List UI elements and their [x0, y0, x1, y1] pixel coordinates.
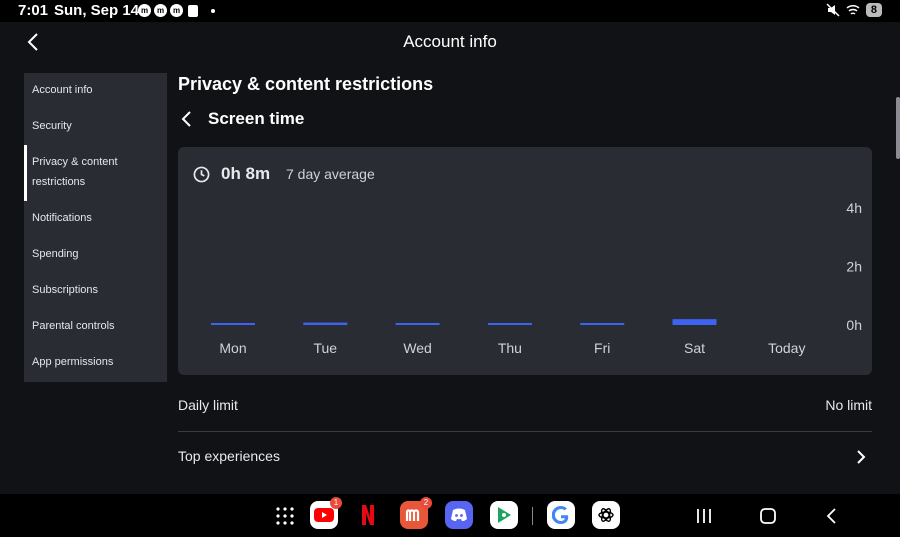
chatgpt-app-icon[interactable] — [592, 501, 620, 529]
sidebar-item-parental-controls[interactable]: Parental controls — [24, 309, 167, 345]
sidebar-item-label: Subscriptions — [32, 284, 99, 296]
home-icon[interactable] — [756, 504, 780, 528]
subsection-title: Screen time — [208, 109, 305, 128]
discord-app-icon[interactable] — [445, 501, 473, 529]
notification-app-icon: m — [138, 4, 151, 17]
status-right-icons: 8 — [826, 3, 882, 17]
battery-indicator: 8 — [865, 3, 882, 17]
screen-time-chart: 4h 2h 0h Mon Tue Wed Thu Fri Sat Today — [211, 200, 862, 356]
youtube-logo-icon — [314, 508, 334, 522]
netflix-logo-icon — [362, 505, 374, 525]
sidebar-item-label: Notifications — [32, 212, 92, 224]
settings-sidebar: Account info Security Privacy & content … — [24, 73, 167, 382]
daily-limit-value: No limit — [825, 397, 872, 413]
dock-divider — [532, 507, 533, 525]
chevron-right-icon — [857, 450, 866, 464]
status-bar: 7:01 Sun, Sep 14 m m m 8 — [0, 0, 900, 22]
netflix-app-icon[interactable] — [354, 501, 382, 529]
play-games-app-icon[interactable] — [490, 501, 518, 529]
manga-logo-icon — [405, 509, 420, 521]
play-games-logo-icon — [498, 507, 511, 523]
sidebar-item-spending[interactable]: Spending — [24, 237, 167, 273]
discord-logo-icon — [451, 508, 467, 521]
system-nav-bar: 1 2 — [0, 494, 900, 537]
y-tick-label: 0h — [846, 317, 862, 333]
x-tick-label: Fri — [594, 340, 610, 356]
status-date: Sun, Sep 14 — [54, 2, 140, 19]
more-notifications-dot — [211, 8, 215, 13]
lock-notification-icon — [188, 4, 198, 17]
page-title: Account info — [403, 32, 497, 51]
google-app-icon[interactable] — [547, 501, 575, 529]
status-notification-icons: m m m — [138, 4, 215, 17]
screen-time-card: 0h 8m 7 day average 4h 2h 0h Mon Tue Wed Thu Fr… — [178, 147, 872, 375]
top-experiences-label: Top experiences — [178, 448, 280, 464]
chart-bar[interactable] — [395, 323, 440, 325]
mute-icon — [826, 3, 840, 17]
nav-back-icon[interactable] — [820, 504, 844, 528]
sidebar-item-app-permissions[interactable]: App permissions — [24, 345, 167, 381]
sidebar-item-label: Spending — [32, 248, 79, 260]
y-tick-label: 2h — [846, 259, 862, 275]
top-experiences-row[interactable]: Top experiences — [178, 433, 872, 483]
x-tick-label: Thu — [498, 340, 522, 356]
sidebar-item-label: Account info — [32, 84, 93, 96]
youtube-app-icon[interactable]: 1 — [310, 497, 342, 529]
x-tick-label: Mon — [219, 340, 246, 356]
back-chevron-icon[interactable] — [177, 109, 197, 129]
wifi-icon — [846, 4, 860, 15]
x-tick-label: Wed — [403, 340, 432, 356]
notification-badge: 1 — [330, 497, 342, 509]
y-tick-label: 4h — [846, 200, 862, 216]
google-logo-icon — [552, 506, 569, 524]
section-title: Privacy & content restrictions — [178, 74, 434, 94]
sidebar-item-label: Security — [32, 120, 72, 132]
sidebar-item-label: Privacy & content restrictions — [32, 156, 118, 188]
notification-badge: 2 — [420, 497, 432, 509]
sidebar-item-account-info[interactable]: Account info — [24, 73, 167, 109]
status-time: 7:01 — [18, 2, 49, 19]
sidebar-item-label: App permissions — [32, 356, 114, 368]
x-tick-label: Today — [768, 340, 805, 356]
daily-limit-label: Daily limit — [178, 397, 238, 413]
sidebar-item-privacy[interactable]: Privacy & content restrictions — [24, 145, 167, 201]
sidebar-item-security[interactable]: Security — [24, 109, 167, 145]
divider — [178, 431, 872, 432]
chatgpt-logo-icon — [598, 508, 614, 522]
chart-bar[interactable] — [672, 319, 717, 325]
chart-bar[interactable] — [211, 323, 255, 325]
notification-app-icon: m — [170, 4, 183, 17]
chart-bar[interactable] — [487, 323, 532, 325]
recent-apps-icon[interactable] — [692, 504, 716, 528]
app-drawer-icon[interactable] — [273, 504, 297, 528]
sidebar-item-notifications[interactable]: Notifications — [24, 201, 167, 237]
manga-app-icon[interactable]: 2 — [400, 497, 432, 529]
sidebar-item-label: Parental controls — [32, 320, 115, 332]
sidebar-item-subscriptions[interactable]: Subscriptions — [24, 273, 167, 309]
app-header: Account info — [0, 22, 900, 62]
daily-limit-row[interactable]: Daily limit No limit — [178, 382, 872, 432]
scrollbar[interactable] — [896, 97, 900, 159]
x-tick-label: Sat — [684, 340, 705, 356]
x-tick-label: Tue — [313, 340, 337, 356]
chart-bar[interactable] — [580, 323, 625, 325]
notification-app-icon: m — [154, 4, 167, 17]
chart-bar[interactable] — [303, 322, 348, 325]
